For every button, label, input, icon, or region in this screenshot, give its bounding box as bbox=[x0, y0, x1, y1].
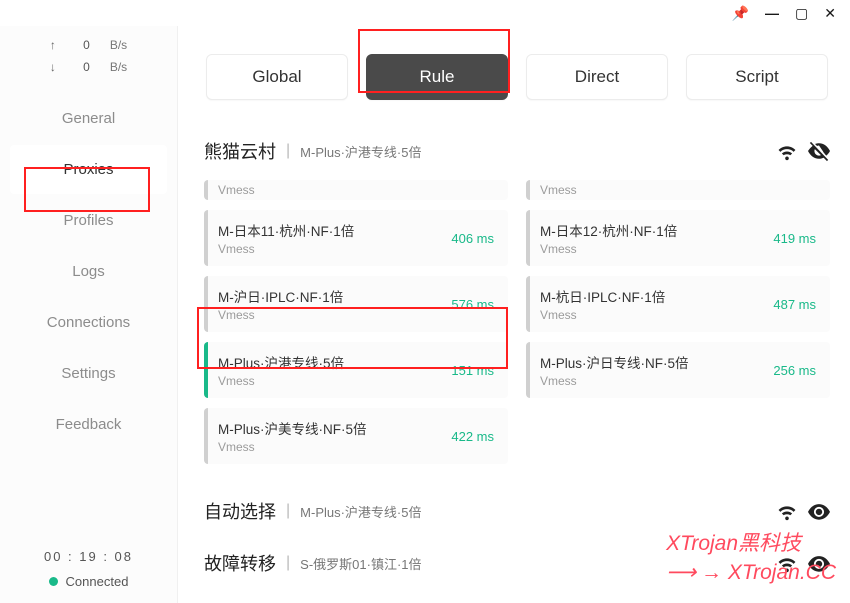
mode-tabs: Global Rule Direct Script bbox=[200, 26, 834, 128]
proxy-groups: 熊猫云村|M-Plus·沪港专线·5倍VmessVmessM-日本11·杭州·N… bbox=[200, 128, 834, 603]
group-selected: M-Plus·沪港专线·5倍 bbox=[300, 142, 766, 161]
divider: | bbox=[286, 502, 290, 520]
status-dot-icon bbox=[49, 577, 58, 586]
proxy-type: Vmess bbox=[218, 242, 427, 256]
proxy-card[interactable]: M-Plus·沪港专线·5倍 Vmess 151 ms bbox=[204, 342, 508, 398]
proxy-latency: 576 ms bbox=[437, 276, 508, 332]
proxy-grid: VmessVmessM-日本11·杭州·NF·1倍Vmess406 msM-日本… bbox=[204, 180, 830, 464]
status-text: Connected bbox=[66, 574, 129, 589]
proxy-latency: 422 ms bbox=[437, 408, 508, 464]
proxy-type: Vmess bbox=[540, 242, 749, 256]
pin-icon[interactable]: 📌 bbox=[732, 5, 749, 22]
proxy-type: Vmess bbox=[218, 440, 427, 454]
proxy-type: Vmess bbox=[218, 183, 498, 197]
group-name: 自动选择 bbox=[204, 498, 276, 524]
group-header: 自动选择 | M-Plus·沪港专线·5倍 bbox=[204, 488, 830, 540]
proxy-type: Vmess bbox=[540, 183, 820, 197]
proxy-card[interactable]: M-沪日·IPLC·NF·1倍 Vmess 576 ms bbox=[204, 276, 508, 332]
proxy-latency: 151 ms bbox=[437, 342, 508, 398]
proxy-latency: 256 ms bbox=[759, 342, 830, 398]
speedtest-icon[interactable] bbox=[776, 140, 798, 162]
divider: | bbox=[286, 142, 290, 160]
download-unit: B/s bbox=[110, 60, 127, 74]
proxy-latency: 419 ms bbox=[759, 210, 830, 266]
proxy-card[interactable]: M-Plus·沪美专线·NF·5倍 Vmess 422 ms bbox=[204, 408, 508, 464]
proxy-title: M-杭日·IPLC·NF·1倍 bbox=[540, 286, 749, 306]
nav-item-logs[interactable]: Logs bbox=[10, 247, 167, 296]
titlebar: 📌 — ▢ ✕ bbox=[0, 0, 850, 26]
nav-item-general[interactable]: General bbox=[10, 94, 167, 143]
divider: | bbox=[286, 554, 290, 572]
minimize-button[interactable]: — bbox=[765, 5, 779, 21]
proxy-type: Vmess bbox=[218, 308, 427, 322]
proxy-latency: 406 ms bbox=[437, 210, 508, 266]
group-selected: M-Plus·沪港专线·5倍 bbox=[300, 502, 766, 521]
eye-icon[interactable] bbox=[808, 500, 830, 522]
group-name: 熊猫云村 bbox=[204, 138, 276, 164]
upload-unit: B/s bbox=[110, 38, 127, 52]
group-name: 故障转移 bbox=[204, 550, 276, 576]
nav-item-proxies[interactable]: Proxies bbox=[10, 145, 167, 194]
proxy-title: M-沪日·IPLC·NF·1倍 bbox=[218, 286, 427, 306]
speedtest-icon[interactable] bbox=[776, 500, 798, 522]
proxy-card[interactable]: M-杭日·IPLC·NF·1倍 Vmess 487 ms bbox=[526, 276, 830, 332]
download-arrow-icon: ↓ bbox=[50, 60, 58, 74]
close-button[interactable]: ✕ bbox=[824, 5, 836, 22]
tab-global[interactable]: Global bbox=[206, 54, 348, 100]
speedtest-icon[interactable] bbox=[776, 552, 798, 574]
proxy-card[interactable]: Vmess bbox=[526, 180, 830, 200]
proxy-type: Vmess bbox=[218, 374, 427, 388]
proxy-card[interactable]: M-日本11·杭州·NF·1倍 Vmess 406 ms bbox=[204, 210, 508, 266]
sidebar: ↑ 0 B/s ↓ 0 B/s GeneralProxiesProfilesLo… bbox=[0, 26, 178, 603]
tab-rule[interactable]: Rule bbox=[366, 54, 508, 100]
nav: GeneralProxiesProfilesLogsConnectionsSet… bbox=[0, 92, 177, 549]
proxy-card[interactable]: Vmess bbox=[204, 180, 508, 200]
download-speed: 0 bbox=[78, 60, 90, 74]
maximize-button[interactable]: ▢ bbox=[795, 5, 808, 22]
nav-item-feedback[interactable]: Feedback bbox=[10, 400, 167, 449]
proxy-card[interactable]: M-Plus·沪日专线·NF·5倍 Vmess 256 ms bbox=[526, 342, 830, 398]
proxy-title: M-日本11·杭州·NF·1倍 bbox=[218, 220, 427, 240]
uptime: 00 : 19 : 08 bbox=[0, 549, 177, 564]
main: Global Rule Direct Script 熊猫云村 | M-Plus·沪港专线·… bbox=[178, 26, 850, 603]
group-selected: S-俄罗斯01·镇江·1倍 bbox=[300, 554, 766, 573]
tab-direct[interactable]: Direct bbox=[526, 54, 668, 100]
speed-panel: ↑ 0 B/s ↓ 0 B/s bbox=[0, 26, 177, 92]
proxy-type: Vmess bbox=[540, 308, 749, 322]
nav-item-connections[interactable]: Connections bbox=[10, 298, 167, 347]
proxy-title: M-Plus·沪美专线·NF·5倍 bbox=[218, 418, 427, 438]
status-panel: 00 : 19 : 08 Connected bbox=[0, 549, 177, 603]
proxy-latency: 487 ms bbox=[759, 276, 830, 332]
upload-arrow-icon: ↑ bbox=[50, 38, 58, 52]
group-header: 故障转移 | S-俄罗斯01·镇江·1倍 bbox=[204, 540, 830, 592]
proxy-type: Vmess bbox=[540, 374, 749, 388]
proxy-card[interactable]: M-日本12·杭州·NF·1倍 Vmess 419 ms bbox=[526, 210, 830, 266]
nav-item-settings[interactable]: Settings bbox=[10, 349, 167, 398]
proxy-title: M-Plus·沪日专线·NF·5倍 bbox=[540, 352, 749, 372]
nav-item-profiles[interactable]: Profiles bbox=[10, 196, 167, 245]
proxy-title: M-Plus·沪港专线·5倍 bbox=[218, 352, 427, 372]
eye-off-icon[interactable] bbox=[808, 140, 830, 162]
group-header: 熊猫云村 | M-Plus·沪港专线·5倍 bbox=[204, 128, 830, 180]
proxy-title: M-日本12·杭州·NF·1倍 bbox=[540, 220, 749, 240]
eye-icon[interactable] bbox=[808, 552, 830, 574]
upload-speed: 0 bbox=[78, 38, 90, 52]
tab-script[interactable]: Script bbox=[686, 54, 828, 100]
